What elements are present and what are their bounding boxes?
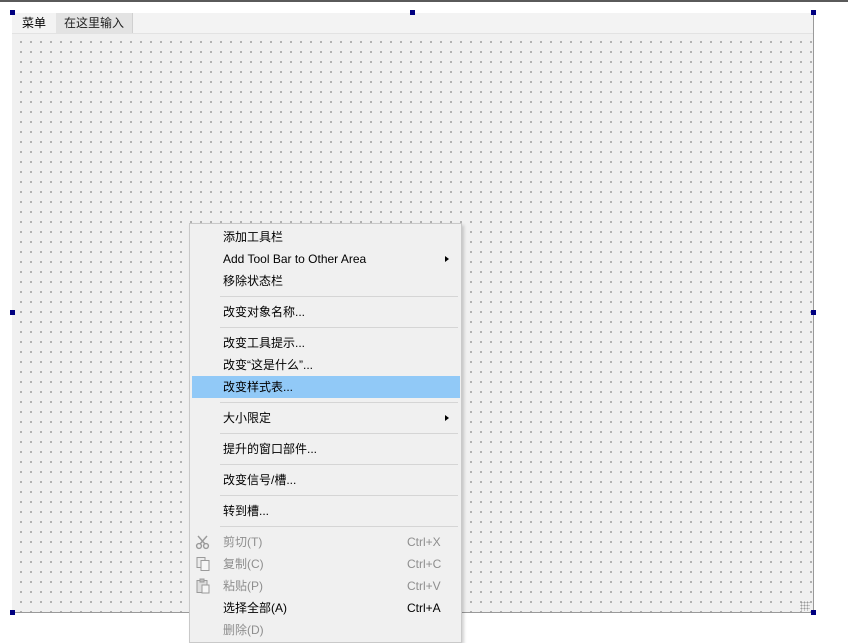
menu-item-change-stylesheet[interactable]: 改变样式表...	[192, 376, 460, 398]
menu-item-label: 改变工具提示...	[223, 336, 306, 350]
resize-handle-bottom-left[interactable]	[10, 610, 15, 615]
menu-item-paste[interactable]: 粘贴(P) Ctrl+V	[192, 575, 460, 597]
submenu-arrow-icon	[445, 415, 449, 421]
resize-handle-top-left[interactable]	[10, 10, 15, 15]
menu-item-label: 改变“这是什么”...	[223, 358, 313, 372]
menu-item-label: Add Tool Bar to Other Area	[223, 252, 367, 266]
menu-item-shortcut: Ctrl+V	[407, 579, 441, 593]
menu-item-shortcut: Ctrl+A	[407, 601, 441, 615]
menu-item-change-tooltip[interactable]: 改变工具提示...	[192, 332, 460, 354]
copy-icon	[196, 557, 210, 571]
menu-item-remove-statusbar[interactable]: 移除状态栏	[192, 270, 460, 292]
menu-item-label: 转到槽...	[223, 504, 270, 518]
resize-handle-left[interactable]	[10, 310, 15, 315]
window-top-edge	[0, 0, 848, 2]
menu-separator	[220, 526, 458, 527]
menu-item-promote-to[interactable]: 提升的窗口部件...	[192, 438, 460, 460]
resize-handle-top[interactable]	[410, 10, 415, 15]
menu-item-label: 删除(D)	[223, 623, 264, 637]
menu-separator	[220, 495, 458, 496]
context-menu: 添加工具栏 Add Tool Bar to Other Area 移除状态栏 改…	[189, 223, 462, 643]
menu-item-label: 大小限定	[223, 411, 272, 425]
resize-handle-top-right[interactable]	[811, 10, 816, 15]
menubar-type-here[interactable]: 在这里输入	[56, 13, 134, 33]
menu-item-size-constraints[interactable]: 大小限定	[192, 407, 460, 429]
menubar-item-menu[interactable]: 菜单	[14, 13, 54, 33]
menu-item-cut[interactable]: 剪切(T) Ctrl+X	[192, 531, 460, 553]
menu-item-label: 添加工具栏	[223, 230, 284, 244]
menu-item-label: 改变对象名称...	[223, 305, 306, 319]
menu-separator	[220, 433, 458, 434]
menu-separator	[220, 327, 458, 328]
size-grip[interactable]	[800, 601, 810, 611]
menu-item-shortcut: Ctrl+X	[407, 535, 441, 549]
menu-item-change-signals-slots[interactable]: 改变信号/槽...	[192, 469, 460, 491]
menu-item-label: 移除状态栏	[223, 274, 284, 288]
menu-item-label: 粘贴(P)	[223, 579, 263, 593]
scissors-icon	[195, 535, 210, 550]
menu-item-change-object-name[interactable]: 改变对象名称...	[192, 301, 460, 323]
resize-handle-right[interactable]	[811, 310, 816, 315]
paste-icon	[196, 578, 210, 594]
menu-separator	[220, 464, 458, 465]
menu-item-label: 提升的窗口部件...	[223, 442, 318, 456]
submenu-arrow-icon	[445, 256, 449, 262]
menu-item-shortcut: Ctrl+C	[407, 557, 442, 571]
menu-item-label: 改变样式表...	[223, 380, 294, 394]
menu-item-label: 选择全部(A)	[223, 601, 287, 615]
menu-item-label: 改变信号/槽...	[223, 473, 297, 487]
menu-item-label: 复制(C)	[223, 557, 264, 571]
menu-item-go-to-slot[interactable]: 转到槽...	[192, 500, 460, 522]
menu-item-select-all[interactable]: 选择全部(A) Ctrl+A	[192, 597, 460, 619]
menu-item-delete[interactable]: 删除(D)	[192, 619, 460, 641]
menu-separator	[220, 296, 458, 297]
resize-handle-bottom-right[interactable]	[811, 610, 816, 615]
menu-separator	[220, 402, 458, 403]
menu-item-add-toolbar-other-area[interactable]: Add Tool Bar to Other Area	[192, 248, 460, 270]
menu-item-change-whatsthis[interactable]: 改变“这是什么”...	[192, 354, 460, 376]
menu-item-add-toolbar[interactable]: 添加工具栏	[192, 226, 460, 248]
menu-bar[interactable]: 菜单 在这里输入	[12, 13, 813, 34]
menu-item-label: 剪切(T)	[223, 535, 263, 549]
menu-item-copy[interactable]: 复制(C) Ctrl+C	[192, 553, 460, 575]
